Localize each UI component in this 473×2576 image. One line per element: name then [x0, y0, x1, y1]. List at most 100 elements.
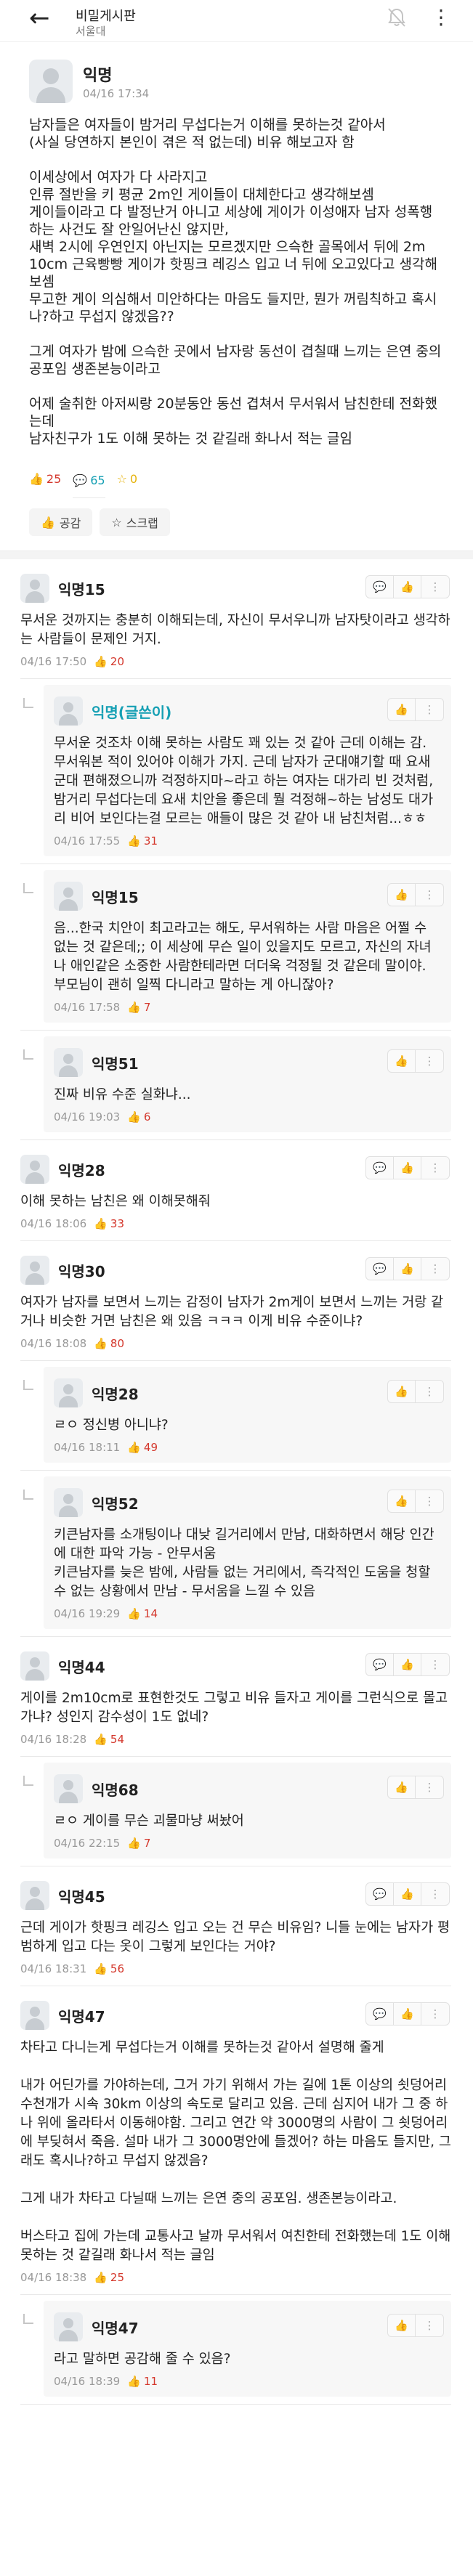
- comment: 익명45 💬 👍 ⋮ 근데 게이가 핫핑크 레깅스 입고 오는 건 무슨 비유임? 니들…: [20, 1866, 451, 1986]
- comment-icon[interactable]: 💬: [366, 1157, 394, 1179]
- thumbs-up-icon: 👍: [127, 1110, 141, 1124]
- comment-toolbar: 👍 ⋮: [387, 883, 444, 906]
- reply-comment: 익명15 👍 ⋮ 음...한국 치안이 최고라고는 해도, 무서워하는 사람 마음은 …: [20, 864, 451, 1031]
- more-vertical-icon[interactable]: ⋮: [416, 1776, 443, 1798]
- comment-body: 키큰남자를 소개팅이나 대낮 길거리에서 만남, 대화하면서 해당 인간에 대한…: [54, 1527, 434, 1599]
- reply-comment: 익명68 👍 ⋮ ㄹㅇ 게이를 무슨 괴물마냥 써놨어 04/16 22:15 👍 7: [20, 1757, 451, 1866]
- comment-icon: 💬: [73, 474, 88, 487]
- thumbs-up-icon[interactable]: 👍: [394, 576, 421, 598]
- comment-author: 익명45: [58, 1888, 105, 1906]
- comment-list: 익명15 💬 👍 ⋮ 무서운 것까지는 충분히 이해되는데, 자신이 무서우니까 남자탓…: [0, 559, 473, 2405]
- thumbs-up-icon[interactable]: 👍: [388, 1490, 416, 1512]
- more-vertical-icon[interactable]: ⋮: [416, 2315, 443, 2336]
- avatar: [20, 1881, 49, 1910]
- more-vertical-icon[interactable]: ⋮: [416, 1490, 443, 1512]
- comment-icon[interactable]: 💬: [366, 1883, 394, 1905]
- thumbs-up-icon: 👍: [94, 655, 108, 668]
- thumbs-up-icon[interactable]: 👍: [388, 699, 416, 720]
- comment-like-count: 👍 14: [127, 1607, 158, 1620]
- comment-toolbar: 💬 👍 ⋮: [365, 1882, 450, 1906]
- thumbs-up-icon[interactable]: 👍: [388, 884, 416, 906]
- avatar: [20, 1155, 49, 1184]
- comment-icon[interactable]: 💬: [366, 1654, 394, 1675]
- thumbs-up-icon: 👍: [127, 1607, 141, 1620]
- post-body: 남자들은 여자들이 밤거리 무섭다는거 이해를 못하는것 같아서 (사실 당연하…: [29, 117, 442, 447]
- comment-author: 익명44: [58, 1658, 105, 1676]
- thumbs-up-icon: 👍: [127, 2375, 141, 2388]
- more-vertical-icon[interactable]: ⋮: [416, 884, 443, 906]
- more-vertical-icon[interactable]: ⋮: [416, 1050, 443, 1072]
- reply-comment: 익명51 👍 ⋮ 진짜 비유 수준 실화냐... 04/16 19:03 👍 6: [20, 1031, 451, 1140]
- school-name: 서울대: [76, 25, 106, 38]
- board-title: 비밀게시판: [76, 9, 136, 24]
- more-vertical-icon[interactable]: ⋮: [421, 1654, 449, 1675]
- comment-like-count: 👍 33: [94, 1217, 125, 1230]
- thumbs-up-icon: 👍: [127, 1837, 141, 1850]
- comment-author: 익명68: [92, 1781, 139, 1799]
- thumbs-up-icon[interactable]: 👍: [388, 1050, 416, 1072]
- more-vertical-icon[interactable]: ⋮: [421, 1157, 449, 1179]
- comment-author: 익명15: [58, 580, 105, 598]
- comment-like-count: 👍 49: [127, 1441, 158, 1454]
- post-like-count: 👍 25: [29, 471, 62, 486]
- post-author: 익명: [83, 67, 113, 85]
- avatar: [54, 1048, 83, 1077]
- comment-author: 익명15: [92, 888, 139, 906]
- thumbs-up-icon: 👍: [127, 834, 141, 848]
- comment-toolbar: 👍 ⋮: [387, 2314, 444, 2337]
- comment-body: 여자가 남자를 보면서 느끼는 감정이 남자가 2m게이 보면서 느끼는 거랑 …: [20, 1295, 444, 1329]
- thumbs-up-icon: 👍: [94, 1733, 108, 1746]
- thumbs-up-icon[interactable]: 👍: [394, 1258, 421, 1280]
- thumbs-up-icon[interactable]: 👍: [388, 1776, 416, 1798]
- comment-like-count: 👍 31: [127, 834, 158, 848]
- comment-like-count: 👍 6: [127, 1110, 151, 1124]
- more-vertical-icon[interactable]: ⋮: [421, 1883, 449, 1905]
- avatar: [54, 882, 83, 911]
- reply-arrow-icon: [23, 883, 33, 893]
- comment-icon[interactable]: 💬: [366, 2003, 394, 2025]
- thumbs-up-icon: 👍: [94, 1962, 108, 1975]
- comment-like-count: 👍 7: [127, 1001, 151, 1014]
- comment-time: 04/16 22:15: [54, 1837, 121, 1850]
- thumbs-up-icon[interactable]: 👍: [394, 1883, 421, 1905]
- thumbs-up-icon: 👍: [127, 1001, 141, 1014]
- comment-time: 04/16 19:03: [54, 1110, 121, 1124]
- comment-toolbar: 💬 👍 ⋮: [365, 1156, 450, 1179]
- avatar: [54, 1774, 83, 1803]
- more-vertical-icon[interactable]: ⋮: [421, 2003, 449, 2025]
- bell-icon[interactable]: [387, 7, 406, 28]
- comment-toolbar: 👍 ⋮: [387, 698, 444, 721]
- more-vertical-icon[interactable]: ⋮: [416, 1381, 443, 1402]
- thumbs-up-icon: 👍: [29, 471, 44, 486]
- thumbs-up-icon: 👍: [94, 1337, 108, 1350]
- scrap-button[interactable]: ☆ 스크랩: [100, 508, 170, 536]
- comment-icon[interactable]: 💬: [366, 1258, 394, 1280]
- avatar: [20, 2001, 49, 2030]
- more-vertical-icon[interactable]: ⋮: [421, 576, 449, 598]
- comment-author: 익명28: [92, 1385, 139, 1403]
- comment-icon[interactable]: 💬: [366, 576, 394, 598]
- avatar: [54, 1488, 83, 1517]
- reply-arrow-icon: [23, 1490, 33, 1500]
- thumbs-up-icon[interactable]: 👍: [394, 1157, 421, 1179]
- comment-body: 이해 못하는 남친은 왜 이해못해줘: [20, 1194, 211, 1209]
- thumbs-up-icon[interactable]: 👍: [388, 2315, 416, 2336]
- reply-arrow-icon: [23, 698, 33, 708]
- thumbs-up-icon: 👍: [127, 1441, 141, 1454]
- thumbs-up-icon[interactable]: 👍: [394, 2003, 421, 2025]
- star-icon: ☆: [111, 515, 122, 529]
- thumbs-up-icon[interactable]: 👍: [394, 1654, 421, 1675]
- divider: [0, 550, 473, 559]
- back-arrow-icon[interactable]: ←: [29, 6, 50, 31]
- like-button[interactable]: 👍 공감: [29, 508, 93, 536]
- more-vertical-icon[interactable]: ⋮: [431, 7, 451, 28]
- comment: 익명28 💬 👍 ⋮ 이해 못하는 남친은 왜 이해못해줘 04/16 18:06 👍 33: [20, 1140, 451, 1241]
- comment: 익명15 💬 👍 ⋮ 무서운 것까지는 충분히 이해되는데, 자신이 무서우니까 남자탓…: [20, 559, 451, 679]
- comment-body: 무서운 것조차 이해 못하는 사람도 꽤 있는 것 같아 근데 이해는 감. 무…: [54, 736, 437, 826]
- more-vertical-icon[interactable]: ⋮: [416, 699, 443, 720]
- comment-time: 04/16 18:11: [54, 1441, 121, 1454]
- comment-body: 차타고 다니는게 무섭다는거 이해를 못하는것 같아서 설명해 줄게 내가 어딘…: [20, 2040, 451, 2263]
- thumbs-up-icon[interactable]: 👍: [388, 1381, 416, 1402]
- more-vertical-icon[interactable]: ⋮: [421, 1258, 449, 1280]
- thumbs-up-icon: 👍: [41, 515, 55, 529]
